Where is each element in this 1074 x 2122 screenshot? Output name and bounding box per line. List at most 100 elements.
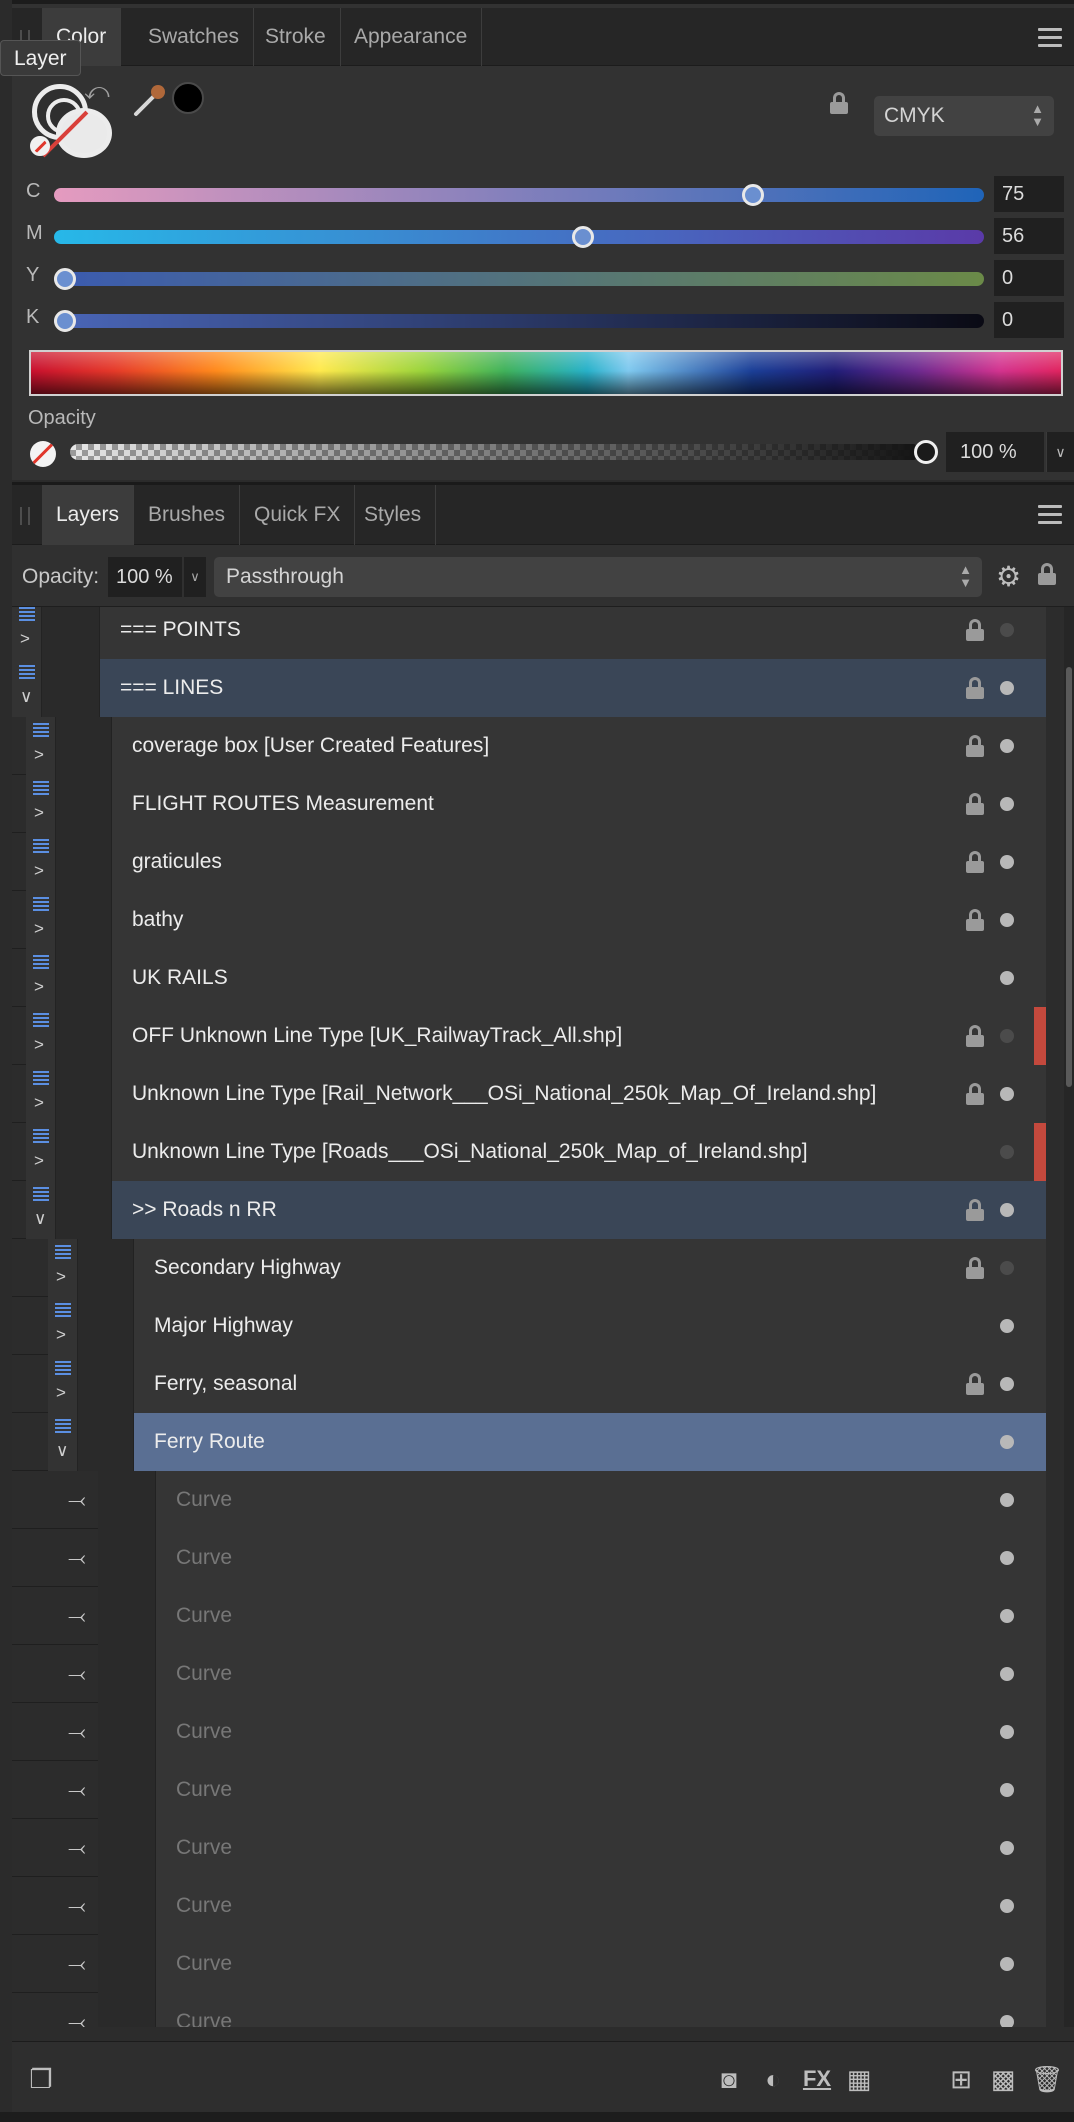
visibility-dot[interactable] [1000,971,1014,985]
layer-name-area[interactable]: Unknown Line Type [Roads___OSi_National_… [112,1123,1046,1181]
chevron-down-icon[interactable]: ∨ [184,557,206,597]
layer-name-area[interactable]: UK RAILS [112,949,1046,1007]
curve-layer-row[interactable]: ⤙ Curve [12,1471,1046,1529]
layer-row[interactable]: > graticules [12,833,1046,891]
chevron-right-icon[interactable]: > [56,1325,66,1345]
tab-styles[interactable]: Styles [350,485,437,545]
tab-swatches[interactable]: Swatches [134,8,255,66]
lock-icon[interactable] [966,619,984,641]
add-layer-icon[interactable]: ⊞ [944,2064,978,2094]
layer-name-area[interactable]: Secondary Highway [134,1239,1046,1297]
chevron-right-icon[interactable]: > [56,1267,66,1287]
chevron-right-icon[interactable]: > [56,1383,66,1403]
chevron-right-icon[interactable]: > [34,1035,44,1055]
black-value-field[interactable]: 0 [994,302,1064,338]
layer-handle[interactable]: > [26,949,56,1007]
tab-appearance[interactable]: Appearance [340,8,483,66]
layer-handle[interactable]: > [48,1239,78,1297]
layer-handle[interactable]: > [26,775,56,833]
layer-handle[interactable]: ∨ [26,1181,56,1239]
layer-handle[interactable]: > [26,1123,56,1181]
layer-name-area[interactable]: Curve [156,1529,1046,1587]
layer-name-area[interactable]: graticules [112,833,1046,891]
layer-stack-icon[interactable]: ❐ [26,2064,56,2094]
black-slider-track[interactable] [54,314,984,328]
layer-name-area[interactable]: OFF Unknown Line Type [UK_RailwayTrack_A… [112,1007,1046,1065]
opacity-slider-knob[interactable] [914,440,938,464]
mask-icon[interactable]: ◙ [712,2064,746,2094]
curve-layer-row[interactable]: ⤙ Curve [12,1587,1046,1645]
layer-handle[interactable]: > [26,891,56,949]
visibility-dot[interactable] [1000,1899,1014,1913]
layer-row[interactable]: ∨ >> Roads n RR [12,1181,1046,1239]
color-picker-icon[interactable] [132,82,168,118]
layer-name-area[interactable]: Ferry Route [134,1413,1046,1471]
adjustment-icon[interactable]: ◐ [756,2064,790,2094]
layer-row[interactable]: ∨ === LINES [12,659,1046,717]
visibility-dot[interactable] [1000,1203,1014,1217]
layer-row[interactable]: > Major Highway [12,1297,1046,1355]
chevron-right-icon[interactable]: > [34,861,44,881]
yellow-slider-track[interactable] [54,272,984,286]
layer-row[interactable]: > UK RAILS [12,949,1046,1007]
opacity-slider-track[interactable] [70,444,922,460]
lock-icon[interactable] [966,793,984,815]
chevron-right-icon[interactable]: > [34,977,44,997]
layer-row[interactable]: > Ferry, seasonal [12,1355,1046,1413]
color-panel-menu-icon[interactable] [1038,28,1062,48]
visibility-dot[interactable] [1000,797,1014,811]
chevron-down-icon[interactable]: ∨ [34,1209,46,1229]
trash-icon[interactable]: 🗑 [1030,2064,1064,2094]
layer-opacity-field[interactable]: 100 % [108,557,182,597]
layer-name-area[interactable]: Curve [156,1877,1046,1935]
visibility-dot[interactable] [1000,1377,1014,1391]
stroke-color-swatch[interactable] [56,108,112,158]
chevron-right-icon[interactable]: > [34,919,44,939]
cyan-slider-knob[interactable] [742,184,764,206]
visibility-dot[interactable] [1000,1551,1014,1565]
chevron-down-icon[interactable]: ∨ [1046,432,1074,472]
cyan-slider-track[interactable] [54,188,984,202]
color-spectrum[interactable] [29,350,1063,396]
color-mode-select[interactable]: CMYK ▲ ▼ [874,96,1054,136]
black-slider-knob[interactable] [54,310,76,332]
tab-brushes[interactable]: Brushes [134,485,241,545]
lock-icon[interactable] [966,677,984,699]
visibility-dot[interactable] [1000,1841,1014,1855]
no-opacity-icon[interactable] [30,441,56,467]
layer-name-area[interactable]: FLIGHT ROUTES Measurement [112,775,1046,833]
chevron-down-icon[interactable]: ∨ [56,1441,68,1461]
visibility-dot[interactable] [1000,1029,1014,1043]
layer-handle[interactable]: > [26,1007,56,1065]
layer-name-area[interactable]: bathy [112,891,1046,949]
layer-handle[interactable]: > [48,1355,78,1413]
curve-layer-row[interactable]: ⤙ Curve [12,1993,1046,2027]
tab-layers[interactable]: Layers [42,485,135,545]
visibility-dot[interactable] [1000,681,1014,695]
lock-icon[interactable] [966,1025,984,1047]
layer-handle[interactable]: > [26,1065,56,1123]
visibility-dot[interactable] [1000,2015,1014,2027]
chevron-right-icon[interactable]: > [34,803,44,823]
curve-layer-row[interactable]: ⤙ Curve [12,1529,1046,1587]
visibility-dot[interactable] [1000,913,1014,927]
layer-name-area[interactable]: Curve [156,1703,1046,1761]
lock-icon[interactable] [966,735,984,757]
magenta-slider-track[interactable] [54,230,984,244]
layer-row[interactable]: > OFF Unknown Line Type [UK_RailwayTrack_… [12,1007,1046,1065]
lock-icon[interactable] [966,1257,984,1279]
layer-name-area[interactable]: coverage box [User Created Features] [112,717,1046,775]
layer-row[interactable]: > bathy [12,891,1046,949]
visibility-dot[interactable] [1000,855,1014,869]
no-color-icon[interactable] [30,136,50,156]
mesh-icon[interactable]: ▦ [842,2064,876,2094]
tab-quick-fx[interactable]: Quick FX [240,485,356,545]
layer-row[interactable]: ∨ Ferry Route [12,1413,1046,1471]
layers-panel-menu-icon[interactable] [1038,505,1062,525]
curve-layer-row[interactable]: ⤙ Curve [12,1761,1046,1819]
gear-icon[interactable]: ⚙ [996,563,1021,591]
lock-icon[interactable] [966,851,984,873]
visibility-dot[interactable] [1000,1261,1014,1275]
cyan-value-field[interactable]: 75 [994,176,1064,212]
layer-row[interactable]: > === POINTS [12,607,1046,659]
